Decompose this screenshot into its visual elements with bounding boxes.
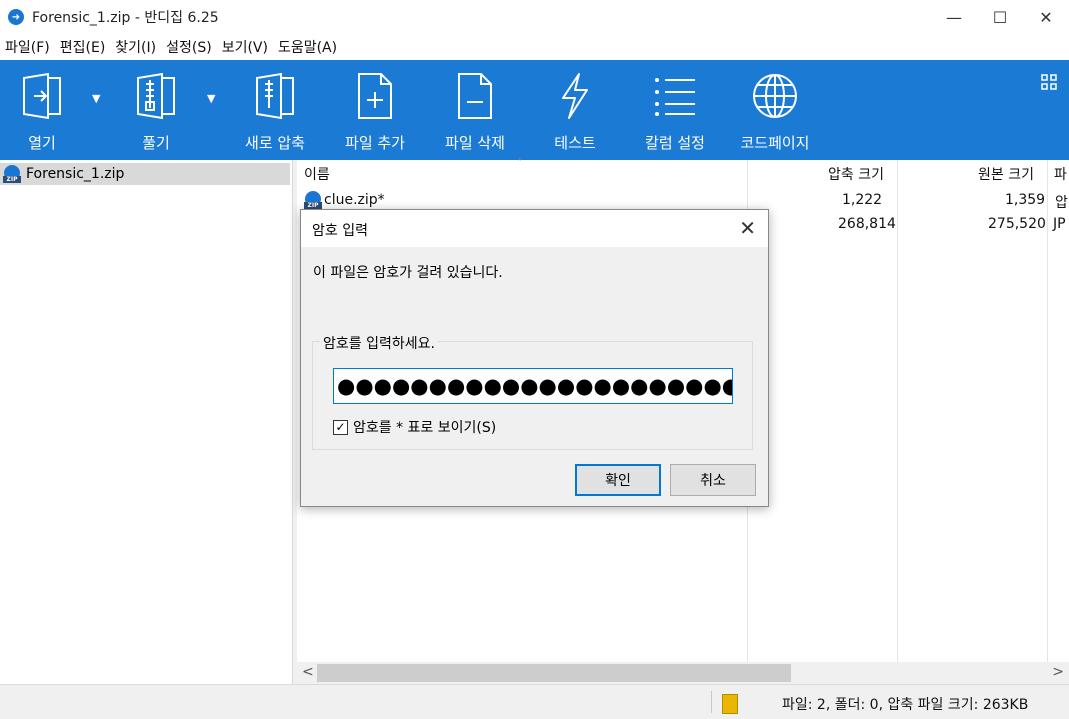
zip-file-icon: ZIP (304, 191, 322, 209)
folder-tree-pane: ZIP Forensic_1.zip (0, 160, 293, 684)
zip-file-icon: ZIP (3, 165, 21, 183)
menu-edit[interactable]: 편집(E) (55, 37, 111, 57)
layout-grid-icon[interactable] (1041, 74, 1057, 94)
tree-item-archive[interactable]: ZIP Forensic_1.zip (0, 163, 290, 185)
add-file-button[interactable]: 파일 추가 (340, 60, 410, 160)
maximize-button[interactable]: ☐ (977, 0, 1023, 34)
delete-file-button[interactable]: 파일 삭제 (440, 60, 510, 160)
dialog-title-bar: 암호 입력 ✕ (301, 210, 768, 247)
delete-file-icon (455, 60, 495, 132)
toolbar: 열기 ▼ 풀기 ▼ 새로 압축 파일 추가 파일 삭제 테스트 칼럼 설정 코드… (0, 60, 1069, 160)
show-password-checkbox[interactable]: ✓ (333, 419, 348, 435)
scrollbar-thumb[interactable] (317, 664, 791, 682)
extract-icon (134, 60, 178, 132)
password-dialog: 암호 입력 ✕ 이 파일은 암호가 걸려 있습니다. 암호를 입력하세요. ●●… (300, 209, 769, 507)
codepage-label: 코드페이지 (740, 134, 810, 152)
status-bar: 파일: 2, 폴더: 0, 압축 파일 크기: 263KB (0, 684, 1069, 719)
close-window-button[interactable]: ✕ (1023, 0, 1069, 34)
bandizip-app-icon: ➜ (8, 9, 24, 25)
menu-find[interactable]: 찾기(I) (110, 37, 161, 57)
status-divider (711, 691, 712, 713)
menu-view[interactable]: 보기(V) (217, 37, 273, 57)
file-type: JP (1053, 216, 1066, 232)
password-input[interactable]: ●●●●●●●●●●●●●●●●●●●●●●●● (333, 368, 733, 404)
scroll-left-icon[interactable]: < (302, 664, 314, 680)
open-icon (20, 60, 64, 132)
globe-icon (751, 60, 799, 132)
add-file-icon (355, 60, 395, 132)
original-size: 1,359 (1005, 192, 1046, 208)
column-settings-label: 칼럼 설정 (645, 134, 705, 152)
menu-file[interactable]: 파일(F) (0, 37, 55, 57)
open-dropdown-chevron-icon[interactable]: ▼ (92, 92, 100, 105)
title-bar: ➜ Forensic_1.zip - 반디집 6.25 — ☐ ✕ (0, 0, 1069, 34)
column-header-type[interactable]: 파 (1054, 164, 1067, 184)
window-controls: — ☐ ✕ (931, 0, 1069, 34)
new-archive-label: 새로 압축 (245, 134, 305, 152)
column-list-icon (653, 60, 697, 132)
tree-item-label: Forensic_1.zip (26, 166, 125, 182)
ok-button[interactable]: 확인 (575, 464, 661, 496)
column-separator[interactable] (897, 160, 898, 664)
show-password-label: 암호를 * 표로 보이기(S) (353, 420, 497, 436)
password-groupbox: 암호를 입력하세요. ●●●●●●●●●●●●●●●●●●●●●●●● ✓ 암호… (312, 333, 753, 450)
add-file-label: 파일 추가 (345, 134, 405, 152)
scroll-right-icon[interactable]: > (1052, 664, 1064, 680)
packed-size: 1,222 (842, 192, 883, 208)
original-size: 275,520 (988, 216, 1046, 232)
open-button[interactable]: 열기 (12, 60, 72, 160)
open-label: 열기 (28, 134, 56, 152)
dialog-message: 이 파일은 암호가 걸려 있습니다. (313, 265, 503, 281)
new-archive-button[interactable]: 새로 압축 (240, 60, 310, 160)
new-archive-icon (253, 60, 297, 132)
test-label: 테스트 (554, 134, 596, 152)
menu-settings[interactable]: 설정(S) (161, 37, 217, 57)
cancel-button[interactable]: 취소 (670, 464, 756, 496)
status-text: 파일: 2, 폴더: 0, 압축 파일 크기: 263KB (782, 697, 1029, 713)
file-type: 압 (1055, 195, 1068, 211)
extract-button[interactable]: 풀기 (126, 60, 186, 160)
extract-dropdown-chevron-icon[interactable]: ▼ (207, 92, 215, 105)
extract-label: 풀기 (142, 134, 170, 152)
archive-status-icon (722, 694, 738, 714)
horizontal-scrollbar[interactable]: < > (297, 662, 1069, 684)
column-header-packed-size[interactable]: 압축 크기 (828, 164, 884, 184)
sort-ascending-icon: ˄ (517, 158, 522, 169)
delete-file-label: 파일 삭제 (445, 134, 505, 152)
window-title: Forensic_1.zip - 반디집 6.25 (32, 10, 219, 26)
test-button[interactable]: 테스트 (545, 60, 605, 160)
column-header-original-size[interactable]: 원본 크기 (978, 164, 1034, 184)
file-name: clue.zip* (324, 192, 385, 208)
dialog-close-icon[interactable]: ✕ (739, 216, 756, 240)
menu-bar: 파일(F) 편집(E) 찾기(I) 설정(S) 보기(V) 도움말(A) (0, 34, 1069, 60)
column-separator[interactable] (1047, 160, 1048, 664)
show-password-row[interactable]: ✓ 암호를 * 표로 보이기(S) (333, 417, 496, 437)
column-settings-button[interactable]: 칼럼 설정 (640, 60, 710, 160)
codepage-button[interactable]: 코드페이지 (735, 60, 815, 160)
lightning-icon (557, 60, 593, 132)
password-group-label: 암호를 입력하세요. (320, 333, 438, 353)
column-header-name[interactable]: 이름 (304, 164, 330, 184)
minimize-button[interactable]: — (931, 0, 977, 34)
menu-help[interactable]: 도움말(A) (273, 37, 342, 57)
dialog-title: 암호 입력 (312, 223, 368, 239)
packed-size: 268,814 (838, 216, 896, 232)
